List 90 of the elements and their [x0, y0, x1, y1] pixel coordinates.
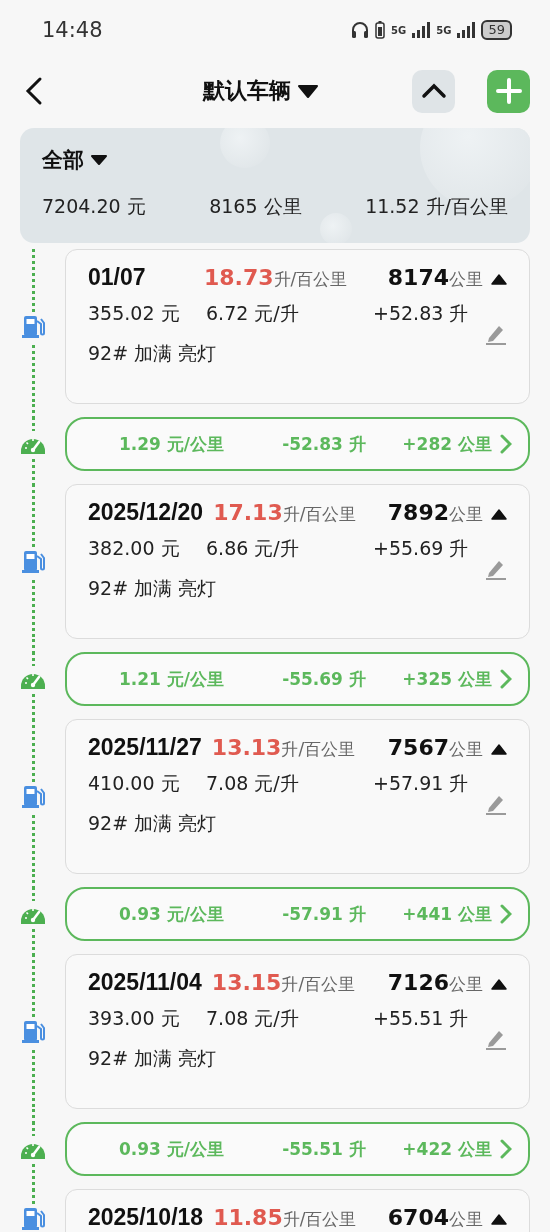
fuel-cost: 393.00 元 — [88, 1006, 181, 1031]
fuel-cost: 410.00 元 — [88, 771, 181, 796]
fuel-price: 6.86 元/升 — [206, 536, 300, 561]
odometer-reading: 7892 — [387, 500, 449, 525]
fuel-volume: +55.51 升 — [373, 1006, 470, 1031]
record-note: 92# 加满 亮灯 — [88, 341, 218, 366]
distance-driven: +422 公里 — [402, 1137, 492, 1161]
record-date: 2025/12/20 — [88, 499, 204, 526]
fuel-used: -55.51 升 — [281, 1137, 367, 1161]
consumption-unit: 升/百公里 — [281, 974, 356, 994]
chevron-right-icon — [500, 434, 512, 454]
odometer-unit: 公里 — [449, 973, 483, 996]
status-time: 14:48 — [42, 18, 103, 42]
record-date: 2025/11/27 — [88, 734, 202, 761]
average-consumption: 11.52 升/百公里 — [365, 194, 508, 219]
fuel-used: -52.83 升 — [281, 432, 367, 456]
odometer-reading: 7126 — [387, 970, 449, 995]
chevron-right-icon — [500, 669, 512, 689]
triangle-up-icon — [491, 1214, 507, 1225]
cost-per-km: 1.21 元/公里 — [117, 667, 226, 691]
triangle-up-icon — [491, 744, 507, 755]
cost-per-km: 0.93 元/公里 — [117, 1137, 226, 1161]
fuel-cost: 382.00 元 — [88, 536, 181, 561]
fuel-volume: +55.69 升 — [373, 536, 470, 561]
cost-per-km: 1.29 元/公里 — [117, 432, 226, 456]
record-note: 92# 加满 亮灯 — [88, 1046, 218, 1071]
odometer-unit: 公里 — [449, 268, 483, 291]
odometer-unit: 公里 — [449, 738, 483, 761]
fuel-cost: 355.02 元 — [88, 301, 181, 326]
fuel-consumption: 18.73 — [204, 265, 274, 290]
fuel-used: -55.69 升 — [281, 667, 367, 691]
cost-per-km: 0.93 元/公里 — [117, 902, 226, 926]
battery-level: 59 — [481, 20, 512, 40]
chevron-right-icon — [500, 904, 512, 924]
collapse-button[interactable] — [412, 69, 455, 113]
triangle-up-icon — [491, 509, 507, 520]
triangle-up-icon — [491, 274, 507, 285]
total-distance: 8165 公里 — [209, 194, 302, 219]
consumption-unit: 升/百公里 — [282, 504, 357, 524]
record-date: 01/07 — [88, 264, 147, 291]
fuel-consumption: 11.85 — [213, 1205, 283, 1230]
fuel-pump-icon — [20, 548, 45, 575]
fuel-record-card[interactable]: 2025/10/18 11.85升/百公里 6704公里 — [65, 1189, 530, 1232]
record-note: 92# 加满 亮灯 — [88, 576, 218, 601]
odometer-reading: 6704 — [387, 1205, 449, 1230]
caret-down-icon — [297, 83, 319, 99]
fuel-price: 6.72 元/升 — [206, 301, 300, 326]
signal-icon — [412, 22, 431, 38]
fuel-record-card[interactable]: 2025/11/27 13.13升/百公里 7567公里 410.00 元 7.08 元/升 +57.91 升 92# 加满 亮灯 — [65, 719, 530, 874]
fuel-consumption: 17.13 — [213, 500, 283, 525]
add-button[interactable] — [487, 69, 530, 113]
battery-icon — [375, 21, 386, 39]
network-label: 5G — [391, 24, 407, 36]
vehicle-selector[interactable]: 默认车辆 — [110, 76, 412, 106]
fuel-price: 7.08 元/升 — [206, 1006, 300, 1031]
fuel-consumption: 13.13 — [211, 735, 282, 760]
total-cost: 7204.20 元 — [42, 194, 146, 219]
chevron-up-icon — [420, 83, 447, 99]
distance-driven: +282 公里 — [402, 432, 492, 456]
fuel-record-card[interactable]: 2025/12/20 17.13升/百公里 7892公里 382.00 元 6.86 元/升 +55.69 升 92# 加满 亮灯 — [65, 484, 530, 639]
caret-down-icon — [90, 154, 108, 166]
fuel-pump-icon — [20, 1018, 45, 1045]
fuel-price: 7.08 元/升 — [206, 771, 300, 796]
chevron-right-icon — [500, 1139, 512, 1159]
record-date: 2025/10/18 — [88, 1204, 204, 1231]
fuel-consumption: 13.15 — [211, 970, 282, 995]
odometer-reading: 7567 — [387, 735, 449, 760]
fuel-volume: +57.91 升 — [373, 771, 470, 796]
headphones-icon — [351, 21, 370, 39]
odometer-reading: 8174 — [387, 265, 449, 290]
odometer-unit: 公里 — [449, 1208, 483, 1231]
network-label: 5G — [436, 24, 452, 36]
fuel-record-card[interactable]: 2025/11/04 13.15升/百公里 7126公里 393.00 元 7.08 元/升 +55.51 升 92# 加满 亮灯 — [65, 954, 530, 1109]
record-date: 2025/11/04 — [88, 969, 202, 996]
plus-icon — [495, 78, 522, 104]
fuel-record-card[interactable]: 01/07 18.73升/百公里 8174公里 355.02 元 6.72 元/升 +52.83 升 92# 加满 亮灯 — [65, 249, 530, 404]
odometer-unit: 公里 — [449, 503, 483, 526]
fuel-volume: +52.83 升 — [373, 301, 470, 326]
fuel-pump-icon — [20, 313, 45, 340]
filter-dropdown[interactable]: 全部 — [42, 146, 108, 174]
consumption-unit: 升/百公里 — [273, 269, 348, 289]
fuel-pump-icon — [20, 783, 45, 810]
signal-icon — [457, 22, 476, 38]
distance-driven: +325 公里 — [402, 667, 492, 691]
record-note: 92# 加满 亮灯 — [88, 811, 218, 836]
consumption-unit: 升/百公里 — [281, 739, 356, 759]
triangle-up-icon — [491, 979, 507, 990]
fuel-used: -57.91 升 — [281, 902, 367, 926]
distance-driven: +441 公里 — [402, 902, 492, 926]
consumption-unit: 升/百公里 — [282, 1209, 357, 1229]
